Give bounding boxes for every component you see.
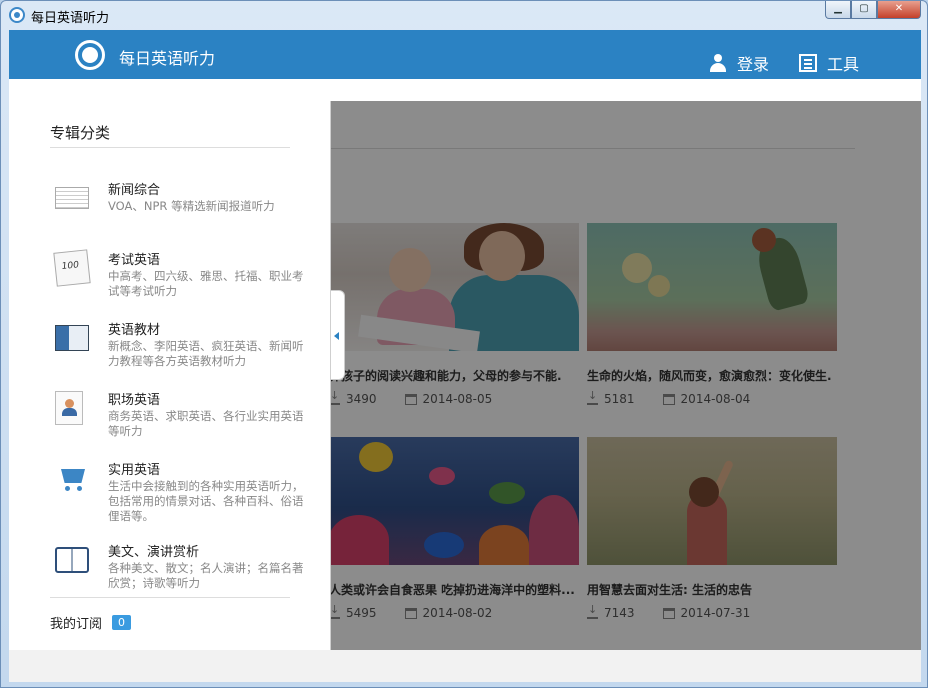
category-name: 实用英语: [108, 463, 161, 478]
category-name: 考试英语: [108, 253, 161, 268]
collapse-panel-button[interactable]: [331, 290, 345, 380]
user-icon: [709, 54, 727, 72]
category-name: 美文、演讲赏析: [108, 545, 200, 560]
close-button[interactable]: ✕: [877, 1, 921, 19]
header-strip: [9, 79, 921, 101]
textbook-icon: [55, 325, 89, 351]
category-item-literature[interactable]: 美文、演讲赏析 各种美文、散文；名人演讲；名篇名著欣赏；诗歌等听力: [55, 537, 315, 599]
minimize-button[interactable]: ▁: [825, 1, 851, 19]
panel-title: 专辑分类: [50, 124, 111, 142]
window-title: 每日英语听力: [31, 11, 110, 26]
login-button[interactable]: 登录: [709, 51, 769, 75]
window-controls: ▁ ▢ ✕: [825, 1, 921, 19]
resume-icon: [55, 391, 83, 425]
my-subscriptions[interactable]: 我的订阅 0: [50, 613, 132, 632]
list-icon: [799, 54, 817, 72]
tools-button[interactable]: 工具: [799, 51, 859, 75]
category-desc: 生活中会接触到的各种实用英语听力，包括常用的情景对话、各种百科、俗语俚语等。: [108, 479, 304, 523]
category-item-news[interactable]: 新闻综合 VOA、NPR 等精选新闻报道听力: [55, 175, 315, 237]
login-label: 登录: [737, 55, 770, 74]
category-item-practical[interactable]: 实用英语 生活中会接触到的各种实用英语听力，包括常用的情景对话、各种百科、俗语俚…: [55, 455, 315, 523]
category-desc: 中高考、四六级、雅思、托福、职业考试等考试听力: [108, 269, 304, 298]
category-item-exam[interactable]: 考试英语 中高考、四六级、雅思、托福、职业考试等考试听力: [53, 245, 315, 307]
app-title: 每日英语听力: [119, 49, 216, 68]
tools-label: 工具: [827, 55, 860, 74]
logo-icon: [75, 40, 105, 70]
category-desc: 新概念、李阳英语、疯狂英语、新闻听力教程等各方英语教材听力: [108, 339, 304, 368]
category-name: 职场英语: [108, 393, 161, 408]
category-panel: 专辑分类 新闻综合 VOA、NPR 等精选新闻报道听力 考试英语 中高考、四六级…: [9, 101, 331, 650]
cart-icon: [55, 461, 89, 495]
open-book-icon: [55, 547, 89, 573]
category-desc: VOA、NPR 等精选新闻报道听力: [108, 199, 275, 213]
category-item-workplace[interactable]: 职场英语 商务英语、求职英语、各行业实用英语等听力: [55, 385, 315, 447]
app-header: 每日英语听力 登录 工具: [9, 30, 921, 79]
app-logo-icon: [9, 7, 25, 23]
maximize-button[interactable]: ▢: [851, 1, 877, 19]
category-name: 新闻综合: [108, 183, 161, 198]
client-area: 每日英语听力 登录 工具 养孩子的阅读兴趣和能力，父母的参与不能. ↓ 3490…: [9, 30, 921, 682]
category-item-textbook[interactable]: 英语教材 新概念、李阳英语、疯狂英语、新闻听力教程等各方英语教材听力: [55, 315, 315, 377]
title-bar: 每日英语听力 ▁ ▢ ✕: [1, 1, 927, 29]
bottom-bar: [9, 650, 921, 682]
panel-divider: [50, 147, 290, 148]
exam-paper-icon: [53, 249, 91, 287]
subscription-count-badge: 0: [112, 615, 132, 630]
app-window: 每日英语听力 ▁ ▢ ✕ 每日英语听力 登录 工具 养孩子的阅读兴趣和能力，父母…: [0, 0, 928, 688]
subscription-label: 我的订阅: [50, 617, 103, 632]
newspaper-icon: [55, 187, 89, 209]
panel-divider: [50, 597, 290, 598]
category-desc: 商务英语、求职英语、各行业实用英语等听力: [108, 409, 304, 438]
category-name: 英语教材: [108, 323, 161, 338]
category-desc: 各种美文、散文；名人演讲；名篇名著欣赏；诗歌等听力: [108, 561, 304, 590]
